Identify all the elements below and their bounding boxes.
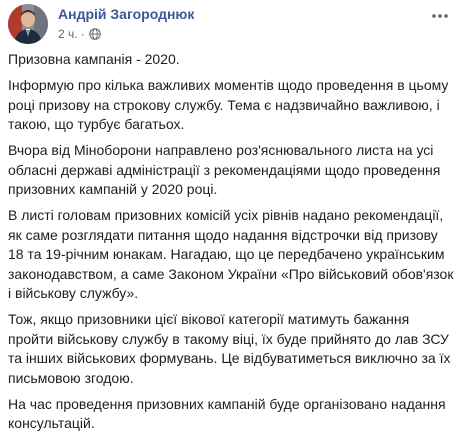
post-paragraph: Тож, якщо призовники цієї вікової катего… <box>8 311 451 386</box>
post-title: Призовна кампанія - 2020. <box>8 51 180 67</box>
post-meta: 2 ч. · <box>58 27 101 41</box>
meta-separator: · <box>80 27 85 41</box>
facebook-post: Андрій Загороднюк 2 ч. · Призовна кампан… <box>0 0 462 431</box>
post-header: Андрій Загороднюк 2 ч. · <box>8 4 454 48</box>
author-name[interactable]: Андрій Загороднюк <box>58 6 194 22</box>
post-body: Призовна кампанія - 2020. Інформую про к… <box>8 50 456 440</box>
post-paragraph: На час проведення призовних кампаній буд… <box>8 395 446 432</box>
more-options-icon[interactable] <box>428 8 452 24</box>
author-avatar[interactable] <box>8 4 48 44</box>
post-paragraph: Вчора від Міноборони направлено роз'ясню… <box>8 142 441 197</box>
globe-icon <box>88 28 101 40</box>
post-paragraph: В листі головам призовних комісій усіх р… <box>8 207 454 301</box>
post-paragraph: Інформую про кілька важливих моментів що… <box>8 77 449 132</box>
post-timestamp[interactable]: 2 ч. <box>58 27 78 41</box>
